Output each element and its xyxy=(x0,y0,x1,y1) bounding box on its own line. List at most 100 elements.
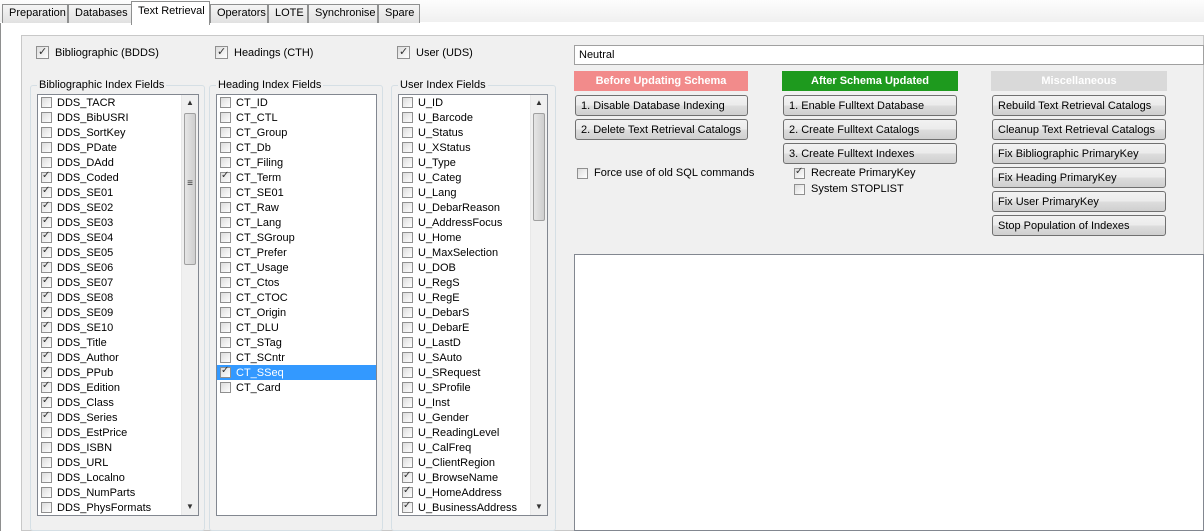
fix-user-primarykey-button[interactable]: Fix User PrimaryKey xyxy=(992,191,1166,212)
checkbox[interactable] xyxy=(41,230,52,243)
bib-scrollbar[interactable]: ▲ ≡ ▼ xyxy=(181,95,198,515)
checkbox[interactable] xyxy=(41,127,52,138)
list-item[interactable]: DDS_SE08 xyxy=(38,290,181,305)
checkbox[interactable] xyxy=(220,307,231,318)
checkbox[interactable] xyxy=(402,157,413,168)
checkbox[interactable] xyxy=(220,112,231,123)
heading-toggle[interactable]: Headings (CTH) xyxy=(215,45,313,59)
list-item[interactable]: DDS_SE10 xyxy=(38,320,181,335)
list-item[interactable]: CT_Filing xyxy=(217,155,376,170)
tab-spare[interactable]: Spare xyxy=(378,4,420,23)
list-item[interactable]: U_CalFreq xyxy=(399,440,530,455)
list-item[interactable]: DDS_Localno xyxy=(38,470,181,485)
list-item[interactable]: DDS_SE04 xyxy=(38,230,181,245)
list-item[interactable]: U_LastD xyxy=(399,335,530,350)
bib-toggle[interactable]: Bibliographic (BDDS) xyxy=(36,45,159,59)
list-item[interactable]: U_XStatus xyxy=(399,140,530,155)
output-textarea[interactable] xyxy=(574,254,1204,531)
list-item[interactable]: CT_SCntr xyxy=(217,350,376,365)
list-item[interactable]: U_SRequest xyxy=(399,365,530,380)
checkbox[interactable] xyxy=(220,262,231,273)
list-item[interactable]: DDS_SE06 xyxy=(38,260,181,275)
checkbox[interactable] xyxy=(41,185,52,198)
checkbox[interactable] xyxy=(41,487,52,498)
list-item[interactable]: U_DOB xyxy=(399,260,530,275)
create-indexes-button[interactable]: 3. Create Fulltext Indexes xyxy=(783,143,957,164)
enable-fulltext-button[interactable]: 1. Enable Fulltext Database xyxy=(783,95,957,116)
list-item[interactable]: U_AddressFocus xyxy=(399,215,530,230)
checkbox[interactable] xyxy=(41,472,52,483)
checkbox[interactable] xyxy=(402,97,413,108)
scroll-down-icon[interactable]: ▼ xyxy=(182,499,198,515)
list-item[interactable]: U_DebarE xyxy=(399,320,530,335)
user-toggle[interactable]: User (UDS) xyxy=(397,45,473,59)
cleanup-catalogs-button[interactable]: Cleanup Text Retrieval Catalogs xyxy=(992,119,1166,140)
checkbox[interactable] xyxy=(402,172,413,183)
checkbox[interactable] xyxy=(402,247,413,258)
checkbox[interactable] xyxy=(215,45,228,59)
checkbox[interactable] xyxy=(220,170,231,183)
list-item[interactable]: U_BusinessAddress xyxy=(399,500,530,515)
list-item[interactable]: DDS_BibUSRI xyxy=(38,110,181,125)
list-item[interactable]: U_Home xyxy=(399,230,530,245)
checkbox[interactable] xyxy=(41,380,52,393)
scroll-up-icon[interactable]: ▲ xyxy=(182,95,198,111)
bib-index-list[interactable]: DDS_TACR DDS_BibUSRI DDS_SortKey DDS_PDate D… xyxy=(37,94,199,516)
checkbox[interactable] xyxy=(402,412,413,423)
list-item[interactable]: CT_SSeq xyxy=(217,365,376,380)
list-item[interactable]: U_BrowseName xyxy=(399,470,530,485)
list-item[interactable]: DDS_SE05 xyxy=(38,245,181,260)
list-item[interactable]: DDS_TACR xyxy=(38,95,181,110)
checkbox[interactable] xyxy=(402,307,413,318)
list-item[interactable]: U_HomeAddress xyxy=(399,485,530,500)
list-item[interactable]: U_ID xyxy=(399,95,530,110)
checkbox[interactable] xyxy=(41,457,52,468)
list-item[interactable]: DDS_Author xyxy=(38,350,181,365)
list-item[interactable]: U_Gender xyxy=(399,410,530,425)
list-item[interactable]: U_ReadingLevel xyxy=(399,425,530,440)
checkbox[interactable] xyxy=(41,305,52,318)
checkbox[interactable] xyxy=(41,245,52,258)
checkbox[interactable] xyxy=(41,395,52,408)
list-item[interactable]: U_SProfile xyxy=(399,380,530,395)
checkbox[interactable] xyxy=(220,232,231,243)
user-index-list[interactable]: U_ID U_Barcode U_Status U_XStatus U_Type U_Ca… xyxy=(398,94,548,516)
list-item[interactable]: U_DebarS xyxy=(399,305,530,320)
checkbox[interactable] xyxy=(397,45,410,59)
list-item[interactable]: DDS_EstPrice xyxy=(38,425,181,440)
tab-databases[interactable]: Databases xyxy=(68,4,132,23)
checkbox[interactable] xyxy=(220,352,231,363)
recreate-primarykey-option[interactable]: Recreate PrimaryKey xyxy=(794,166,916,179)
create-catalogs-button[interactable]: 2. Create Fulltext Catalogs xyxy=(783,119,957,140)
checkbox[interactable] xyxy=(402,292,413,303)
list-item[interactable]: DDS_PPub xyxy=(38,365,181,380)
checkbox[interactable] xyxy=(41,170,52,183)
list-item[interactable]: DDS_Class xyxy=(38,395,181,410)
list-item[interactable]: U_RegS xyxy=(399,275,530,290)
list-item[interactable]: DDS_DAdd xyxy=(38,155,181,170)
checkbox[interactable] xyxy=(402,367,413,378)
checkbox[interactable] xyxy=(220,247,231,258)
checkbox[interactable] xyxy=(41,502,52,513)
checkbox[interactable] xyxy=(220,202,231,213)
checkbox[interactable] xyxy=(402,127,413,138)
list-item[interactable]: U_ClientRegion xyxy=(399,455,530,470)
rebuild-catalogs-button[interactable]: Rebuild Text Retrieval Catalogs xyxy=(992,95,1166,116)
checkbox[interactable] xyxy=(220,142,231,153)
checkbox[interactable] xyxy=(41,290,52,303)
list-item[interactable]: CT_DLU xyxy=(217,320,376,335)
fix-bib-primarykey-button[interactable]: Fix Bibliographic PrimaryKey xyxy=(992,143,1166,164)
list-item[interactable]: DDS_Title xyxy=(38,335,181,350)
list-item[interactable]: CT_Term xyxy=(217,170,376,185)
checkbox[interactable] xyxy=(41,335,52,348)
list-item[interactable]: CT_SE01 xyxy=(217,185,376,200)
checkbox[interactable] xyxy=(402,442,413,453)
list-item[interactable]: DDS_SortKey xyxy=(38,125,181,140)
mode-dropdown[interactable]: Neutral xyxy=(574,45,1204,65)
tab-synchronise[interactable]: Synchronise xyxy=(308,4,378,23)
checkbox[interactable] xyxy=(402,500,413,513)
checkbox[interactable] xyxy=(41,142,52,153)
user-scrollbar[interactable]: ▲ ▼ xyxy=(530,95,547,515)
checkbox[interactable] xyxy=(794,183,805,195)
list-item[interactable]: DDS_NumParts xyxy=(38,485,181,500)
